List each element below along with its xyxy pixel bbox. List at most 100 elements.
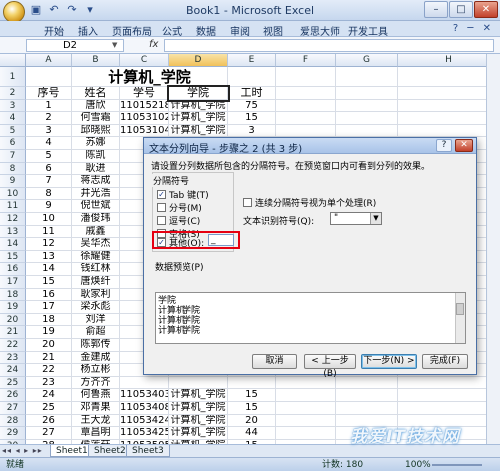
row-header[interactable]: 24 <box>0 364 26 377</box>
zoom-slider[interactable] <box>432 464 482 466</box>
sheet-navigation-icons[interactable]: ◂◂ ◂ ▸ ▸▸ <box>2 446 43 455</box>
cell[interactable]: 27 <box>26 427 72 440</box>
cell[interactable]: 4 <box>26 137 72 150</box>
column-header-b[interactable]: B <box>72 54 120 67</box>
row-header[interactable]: 1 <box>0 67 26 87</box>
row-header[interactable]: 29 <box>0 427 26 440</box>
tab-checkbox-row[interactable]: ✓ Tab 键(T) <box>157 188 209 201</box>
row-header[interactable]: 5 <box>0 124 26 138</box>
cell[interactable] <box>398 376 500 390</box>
name-box[interactable]: D2 <box>26 39 124 52</box>
preview-scroll-thumb[interactable] <box>456 303 464 315</box>
cell[interactable]: 计算机_学院 <box>169 112 228 125</box>
ribbon-help-icons[interactable]: ? ─ ✕ <box>453 23 494 34</box>
cell[interactable]: 12 <box>26 238 72 251</box>
cell[interactable] <box>398 67 500 87</box>
cell[interactable] <box>276 427 336 440</box>
cell[interactable] <box>336 67 398 87</box>
zoom-level[interactable]: 100% <box>405 458 431 471</box>
row-header[interactable]: 19 <box>0 301 26 314</box>
tab-checkbox[interactable]: ✓ <box>157 190 166 199</box>
cell[interactable]: 18 <box>26 313 72 327</box>
row-header[interactable]: 21 <box>0 326 26 339</box>
insert-function-icon[interactable]: fx <box>149 39 158 50</box>
cell[interactable]: 44 <box>228 427 276 440</box>
cell[interactable]: 计算机_学院 <box>169 414 228 428</box>
minimize-button[interactable]: – <box>424 1 448 18</box>
row-header[interactable]: 6 <box>0 137 26 150</box>
vertical-scrollbar[interactable] <box>486 54 500 444</box>
cell[interactable]: 15 <box>26 276 72 289</box>
cell[interactable] <box>276 67 336 87</box>
cell[interactable]: 耿家利 <box>72 288 120 302</box>
cell[interactable]: 11053403 <box>120 389 169 402</box>
cell[interactable]: 17 <box>26 301 72 314</box>
cell[interactable]: 19 <box>26 326 72 339</box>
cell[interactable] <box>276 112 336 125</box>
cell[interactable]: 5 <box>26 150 72 163</box>
row-header[interactable]: 13 <box>0 225 26 239</box>
cell[interactable]: 15 <box>228 112 276 125</box>
ribbon-tab-6[interactable]: 视图 <box>263 23 283 38</box>
cancel-button[interactable]: 取消 <box>252 354 297 369</box>
cell[interactable] <box>398 124 500 138</box>
cell[interactable] <box>398 87 500 100</box>
text-qualifier-select[interactable]: " ▼ <box>330 212 382 225</box>
finish-button[interactable]: 完成(F) <box>422 354 468 369</box>
cell[interactable]: 14 <box>26 263 72 276</box>
cell[interactable]: 22 <box>26 364 72 377</box>
column-header-f[interactable]: F <box>276 54 336 67</box>
column-header-a[interactable]: A <box>26 54 72 67</box>
cell[interactable]: 23 <box>26 376 72 390</box>
row-header[interactable]: 23 <box>0 351 26 365</box>
cell[interactable]: 吴华杰 <box>72 238 120 251</box>
cell[interactable] <box>398 99 500 113</box>
cell[interactable]: 杨立彬 <box>72 364 120 377</box>
cell[interactable]: 11 <box>26 225 72 239</box>
row-header[interactable]: 15 <box>0 250 26 264</box>
chevron-down-icon[interactable]: ▼ <box>370 213 381 224</box>
consecutive-checkbox[interactable] <box>243 198 252 207</box>
cell[interactable]: 11053102 <box>120 112 169 125</box>
cell[interactable]: 邓青果 <box>72 402 120 415</box>
cell[interactable]: 何雪霜 <box>72 112 120 125</box>
row-header[interactable]: 2 <box>0 87 26 100</box>
cell[interactable]: 20 <box>26 339 72 352</box>
sheet-tab-3[interactable]: Sheet3 <box>126 445 170 457</box>
cell[interactable] <box>398 402 500 415</box>
cell[interactable] <box>336 402 398 415</box>
ribbon-tab-1[interactable]: 插入 <box>78 23 98 38</box>
cell[interactable]: 方齐齐 <box>72 376 120 390</box>
row-header[interactable]: 10 <box>0 187 26 201</box>
cell[interactable]: 钱红林 <box>72 263 120 276</box>
cell[interactable]: 何鲁燕 <box>72 389 120 402</box>
comma-checkbox[interactable] <box>157 216 166 225</box>
row-header[interactable]: 28 <box>0 414 26 428</box>
cell[interactable]: 工时 <box>228 87 276 100</box>
cell[interactable]: 3 <box>26 124 72 138</box>
cell[interactable]: 潘俊玮 <box>72 213 120 226</box>
cell[interactable]: 刘洋 <box>72 313 120 327</box>
cell[interactable]: 陈郭传 <box>72 339 120 352</box>
cell[interactable] <box>276 87 336 100</box>
maximize-button[interactable]: □ <box>449 1 473 18</box>
cell[interactable] <box>398 112 500 125</box>
cell[interactable]: 学号 <box>120 87 169 100</box>
cell[interactable]: 金建成 <box>72 351 120 365</box>
cell[interactable]: 邱晓熙 <box>72 124 120 138</box>
cell[interactable] <box>228 67 276 87</box>
cell[interactable] <box>169 376 228 390</box>
preview-scrollbar[interactable] <box>455 293 465 343</box>
cell[interactable]: 梁永彪 <box>72 301 120 314</box>
cell[interactable] <box>336 112 398 125</box>
cell[interactable]: 唐焕纤 <box>72 276 120 289</box>
cell[interactable]: 唐欣 <box>72 99 120 113</box>
consecutive-checkbox-row[interactable]: 连续分隔符号视为单个处理(R) <box>243 196 376 209</box>
cell[interactable]: 井光浩 <box>72 187 120 201</box>
row-header[interactable]: 22 <box>0 339 26 352</box>
cell[interactable]: 学院 <box>167 85 230 102</box>
ribbon-tab-0[interactable]: 开始 <box>44 23 64 38</box>
data-preview-pane[interactable]: 学院 计算机 计算机 计算机 学院 学院 学院 <box>155 292 466 344</box>
row-header[interactable]: 3 <box>0 99 26 113</box>
cell[interactable]: 10 <box>26 213 72 226</box>
